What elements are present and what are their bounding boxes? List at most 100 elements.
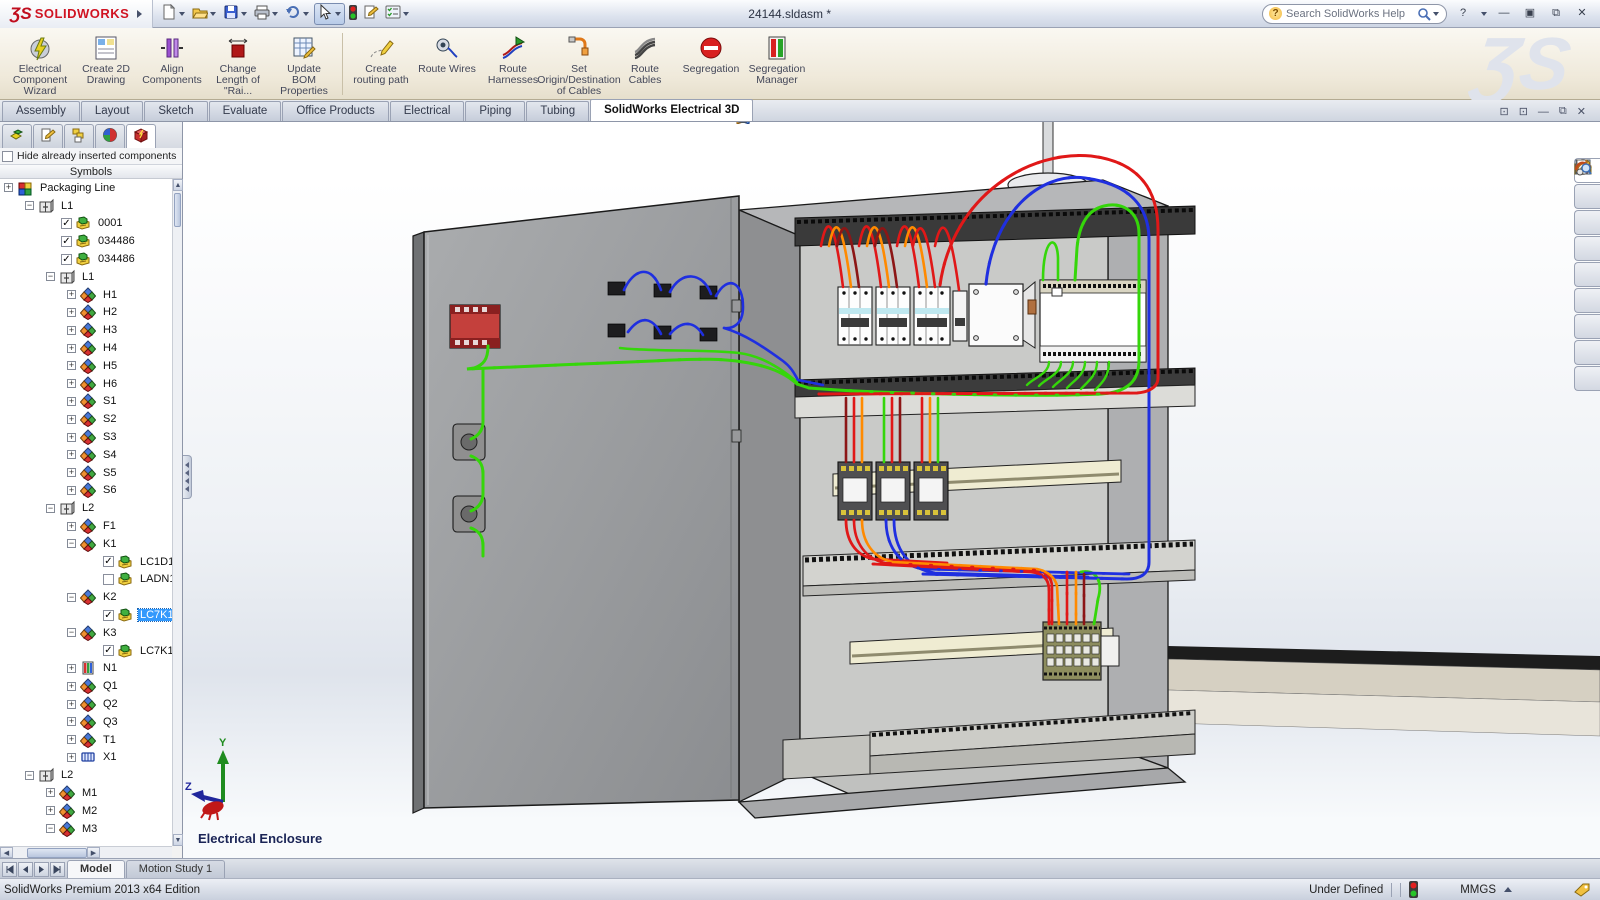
tree-expand-icon[interactable]: − bbox=[46, 824, 55, 833]
tree-expand-icon[interactable]: + bbox=[4, 183, 13, 192]
taskpane-appearances-button[interactable] bbox=[1574, 288, 1600, 313]
tree-checkbox[interactable] bbox=[103, 574, 114, 585]
hide-inserted-checkbox[interactable] bbox=[2, 151, 13, 162]
tree-expand-icon[interactable]: + bbox=[67, 379, 76, 388]
ribbon-elec-wizard-button[interactable]: Electrical Component Wizard bbox=[8, 32, 72, 98]
ribbon-route-wires-button[interactable]: Route Wires bbox=[415, 32, 479, 98]
ribbon-create-path-button[interactable]: Create routing path bbox=[349, 32, 413, 98]
tree-item-m2[interactable]: +M2 bbox=[0, 802, 172, 820]
ribbon-change-length-button[interactable]: Change Length of "Rai... bbox=[206, 32, 270, 98]
restore-button[interactable]: ▣ bbox=[1520, 6, 1540, 22]
tab-evaluate[interactable]: Evaluate bbox=[209, 101, 282, 121]
doc-close-button[interactable]: ✕ bbox=[1577, 105, 1586, 118]
transformer[interactable] bbox=[969, 282, 1036, 348]
tab-assembly[interactable]: Assembly bbox=[2, 101, 80, 121]
minimize-button[interactable]: — bbox=[1494, 6, 1514, 22]
tree-checkbox[interactable]: ✓ bbox=[103, 645, 114, 656]
help-button[interactable]: ? bbox=[1453, 6, 1473, 22]
tree-item-h4[interactable]: +H4 bbox=[0, 339, 172, 357]
tree-expand-icon[interactable]: + bbox=[67, 486, 76, 495]
tree-expand-icon[interactable]: + bbox=[67, 397, 76, 406]
ribbon-route-harness-button[interactable]: Route Harnesses bbox=[481, 32, 545, 98]
tree-checkbox[interactable]: ✓ bbox=[61, 218, 72, 229]
search-input[interactable]: ? Search SolidWorks Help bbox=[1262, 4, 1447, 24]
viewport-3d[interactable]: Y Z Electrical Enclosure bbox=[183, 122, 1600, 858]
tab-layout[interactable]: Layout bbox=[81, 101, 144, 121]
tree-expand-icon[interactable]: − bbox=[25, 201, 34, 210]
help-dropdown-icon[interactable] bbox=[1481, 12, 1487, 16]
taskpane-document-recovery-button[interactable] bbox=[1574, 340, 1600, 365]
plc-module[interactable] bbox=[1040, 280, 1146, 362]
tab-tubing[interactable]: Tubing bbox=[526, 101, 589, 121]
close-button[interactable]: ✕ bbox=[1572, 6, 1592, 22]
tree-expand-icon[interactable]: + bbox=[67, 326, 76, 335]
tree-item-q3[interactable]: +Q3 bbox=[0, 713, 172, 731]
tree-expand-icon[interactable]: + bbox=[67, 433, 76, 442]
panel-tab-electrical-manager[interactable] bbox=[126, 124, 156, 148]
taskpane-design-library-button[interactable] bbox=[1574, 210, 1600, 235]
tree-expand-icon[interactable]: + bbox=[67, 344, 76, 353]
tree-expand-icon[interactable]: − bbox=[25, 771, 34, 780]
tree-checkbox[interactable]: ✓ bbox=[103, 556, 114, 567]
taskpane-view-palette-button[interactable] bbox=[1574, 262, 1600, 287]
ribbon-align-button[interactable]: Align Components bbox=[140, 32, 204, 98]
tree-expand-icon[interactable]: + bbox=[67, 664, 76, 673]
tab-piping[interactable]: Piping bbox=[465, 101, 525, 121]
scrollbar-thumb[interactable] bbox=[27, 848, 87, 858]
tree-item-s6[interactable]: +S6 bbox=[0, 482, 172, 500]
door-relay[interactable] bbox=[450, 305, 500, 348]
scrollbar-thumb[interactable] bbox=[174, 193, 181, 227]
menu-expand-arrow-icon[interactable] bbox=[137, 10, 142, 18]
options-button[interactable] bbox=[383, 3, 412, 25]
tree-checkbox[interactable]: ✓ bbox=[61, 254, 72, 265]
taskpane-solidworks-resources-button[interactable] bbox=[1574, 184, 1600, 209]
tree-expand-icon[interactable]: + bbox=[67, 468, 76, 477]
tree-expand-icon[interactable]: + bbox=[67, 700, 76, 709]
tree-item-m1[interactable]: +M1 bbox=[0, 784, 172, 802]
tree-item-lc1d12[interactable]: ✓LC1D12 bbox=[0, 553, 172, 571]
tree-expand-icon[interactable]: + bbox=[67, 735, 76, 744]
tree-item-l1[interactable]: −L1 bbox=[0, 268, 172, 286]
tree-item-lc7k12[interactable]: ✓LC7K12 bbox=[0, 642, 172, 660]
tab-solidworks-electrical-3d[interactable]: SolidWorks Electrical 3D bbox=[590, 99, 753, 121]
scroll-down-icon[interactable]: ▼ bbox=[173, 834, 183, 846]
tab-motion-study-1[interactable]: Motion Study 1 bbox=[126, 860, 225, 878]
tree-item-s2[interactable]: +S2 bbox=[0, 410, 172, 428]
tree-item-lc7k12[interactable]: ✓LC7K12 bbox=[0, 606, 172, 624]
first-tab-button[interactable] bbox=[2, 862, 17, 877]
doc-restore-button[interactable]: ⧉ bbox=[1559, 105, 1567, 118]
tree-item-q2[interactable]: +Q2 bbox=[0, 695, 172, 713]
tree-vertical-scrollbar[interactable]: ▲ ▼ bbox=[172, 179, 182, 846]
tag-icon[interactable] bbox=[1574, 883, 1590, 897]
doc-pane-right-button[interactable]: ⊡ bbox=[1519, 105, 1528, 118]
next-tab-button[interactable] bbox=[34, 862, 49, 877]
tree-item-h1[interactable]: +H1 bbox=[0, 286, 172, 304]
tree-item-034486[interactable]: ✓034486 bbox=[0, 232, 172, 250]
tree-item-l1[interactable]: −L1 bbox=[0, 197, 172, 215]
ribbon-segregation-button[interactable]: Segregation bbox=[679, 32, 743, 98]
print-button[interactable] bbox=[252, 3, 281, 25]
tree-item-q1[interactable]: +Q1 bbox=[0, 677, 172, 695]
save-button[interactable] bbox=[221, 3, 250, 25]
panel-tab-property-manager[interactable] bbox=[33, 124, 63, 148]
ribbon-update-bom-button[interactable]: Update BOM Properties bbox=[272, 32, 336, 98]
undo-button[interactable] bbox=[283, 3, 312, 25]
ribbon-seg-manager-button[interactable]: Segregation Manager bbox=[745, 32, 809, 98]
taskpane-custom-properties-button[interactable] bbox=[1574, 314, 1600, 339]
conveyor[interactable] bbox=[1168, 646, 1600, 736]
tree-item-t1[interactable]: +T1 bbox=[0, 731, 172, 749]
scroll-up-icon[interactable]: ▲ bbox=[173, 179, 183, 191]
tab-office-products[interactable]: Office Products bbox=[282, 101, 388, 121]
tree-expand-icon[interactable]: + bbox=[67, 682, 76, 691]
last-tab-button[interactable] bbox=[50, 862, 65, 877]
tree-expand-icon[interactable]: + bbox=[67, 415, 76, 424]
tab-model[interactable]: Model bbox=[67, 860, 125, 878]
units-dropdown-icon[interactable] bbox=[1504, 887, 1512, 892]
tree-item-l2[interactable]: −L2 bbox=[0, 766, 172, 784]
tree-expand-icon[interactable]: + bbox=[67, 308, 76, 317]
tree-item-f1[interactable]: +F1 bbox=[0, 517, 172, 535]
tree-expand-icon[interactable]: − bbox=[46, 272, 55, 281]
tab-electrical[interactable]: Electrical bbox=[390, 101, 465, 121]
tree-item-s5[interactable]: +S5 bbox=[0, 464, 172, 482]
circuit-breakers[interactable] bbox=[838, 287, 967, 345]
